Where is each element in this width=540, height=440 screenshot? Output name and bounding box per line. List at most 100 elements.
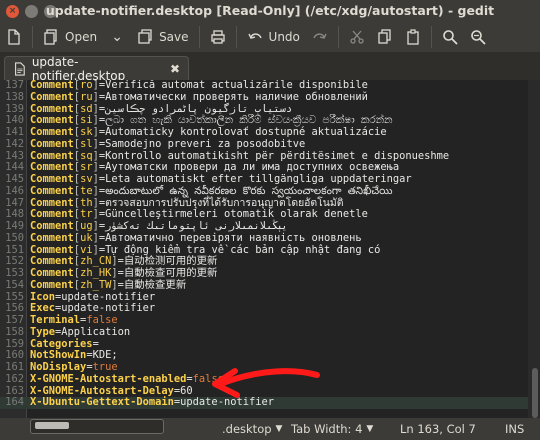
line-value: يېڭىلانمىلارنى ئاپتوماتىك تەكشۈر: [105, 220, 288, 232]
line-number: 146: [5, 184, 24, 197]
line-value: Аутоматски провери да ли има доступних о…: [105, 161, 400, 174]
locale-code: zh_TW: [80, 278, 112, 291]
window-title: update-notifier.desktop [Read-Only] (/et…: [45, 3, 495, 18]
line-value: 60: [180, 384, 193, 397]
copy-icon: [378, 29, 391, 44]
line-key: Comment: [30, 243, 74, 256]
line-key: NoDisplay: [30, 361, 87, 373]
save-button[interactable]: Save: [131, 24, 194, 50]
cut-button[interactable]: [343, 24, 371, 50]
line-number: 149: [5, 220, 24, 232]
new-button[interactable]: [0, 24, 28, 50]
locale-code: zh_CN: [80, 255, 112, 268]
open-button[interactable]: Open: [37, 24, 103, 50]
locale-code: sq: [80, 149, 93, 162]
locale-code: zh_HK: [80, 267, 112, 279]
line-value: Application: [61, 325, 131, 338]
paste-icon: [407, 29, 419, 45]
line-key: Comment: [30, 126, 74, 138]
line-key: Comment: [30, 80, 74, 91]
line-value: Güncelleştirmeleri otomatik olarak denet…: [105, 208, 368, 221]
open-recent-dropdown[interactable]: ⌄: [103, 24, 131, 50]
scrollbar-thumb[interactable]: [532, 368, 538, 418]
chevron-down-icon: ▼: [275, 424, 283, 434]
line-value: KDE;: [92, 349, 118, 362]
status-bar: .desktop ▼ Tab Width: 4 ▼ Ln 163, Col 7 …: [0, 418, 540, 440]
locale-code: th: [80, 196, 93, 209]
open-icon: [44, 29, 57, 45]
close-tab-icon[interactable]: ✖: [170, 62, 180, 76]
undo-icon: [247, 33, 262, 39]
paste-button[interactable]: [399, 24, 427, 50]
red-annotation-arrow: [212, 368, 320, 398]
line-value: 自动检测可用的更新: [123, 255, 218, 268]
line-number: 158: [5, 325, 24, 338]
line-number: 154: [5, 278, 24, 291]
search-icon: [443, 30, 458, 45]
line-key: Icon: [30, 290, 56, 303]
locale-code: tr: [80, 208, 93, 221]
line-number: 138: [5, 90, 24, 103]
line-number: 157: [5, 314, 24, 326]
equals-sign: =: [92, 337, 99, 350]
line-key: X-GNOME-Autostart-enabled: [30, 372, 187, 385]
line-key: Comment: [30, 102, 74, 115]
insert-mode: INS: [505, 422, 524, 436]
redo-icon: [313, 33, 327, 39]
locale-code: ro: [80, 80, 93, 91]
line-key: Comment: [30, 267, 74, 279]
locale-code: te: [80, 184, 93, 197]
line-key: Comment: [30, 278, 74, 291]
vertical-scrollbar[interactable]: [528, 80, 540, 418]
line-key: Comment: [30, 255, 74, 268]
insert-mode-label: INS: [505, 422, 525, 436]
line-key: Comment: [30, 184, 74, 197]
cursor-position: Ln 163, Col 7: [400, 422, 476, 436]
language-label: .desktop: [222, 422, 272, 436]
editor-text-area[interactable]: 137 Comment[ro]=Verifică automat actualiz…: [0, 80, 540, 418]
tab-update-notifier[interactable]: update-notifier.desktop ✖: [4, 54, 189, 83]
line-value: Samodejno preveri za posodobitve: [105, 137, 306, 150]
horizontal-scrollbar-thumb[interactable]: [35, 422, 69, 429]
line-value: Verifică automat actualizările disponibi…: [105, 80, 368, 91]
save-label: Save: [159, 30, 189, 44]
line-value: Kontrollo automatikisht për përditësimet…: [105, 149, 450, 162]
chevron-down-icon: ▼: [366, 424, 374, 434]
print-button[interactable]: [204, 24, 232, 50]
document-icon: [15, 61, 25, 76]
locale-code: sl: [80, 137, 93, 150]
line-key: Comment: [30, 208, 74, 221]
line-value: Автоматически проверять наличие обновлен…: [105, 90, 368, 103]
language-selector[interactable]: .desktop ▼: [222, 422, 282, 436]
tab-strip: update-notifier.desktop ✖: [0, 52, 540, 83]
line-value: ලබා ගත හැකි යාවත්කාලීන කිරීම් ස්වයංක්‍රී…: [105, 114, 393, 127]
tab-width-label: Tab Width: 4: [291, 422, 363, 436]
save-icon: [138, 29, 152, 44]
line-number: 161: [5, 361, 24, 373]
toolbar-separator: [430, 26, 432, 48]
copy-button[interactable]: [371, 24, 399, 50]
line-key: Comment: [30, 161, 74, 174]
line-value: Tự động kiểm tra về các bản cập nhật đan…: [105, 243, 381, 256]
toolbar: Open ⌄ Save Undo: [0, 22, 540, 52]
locale-code: si: [80, 114, 93, 127]
find-button[interactable]: [436, 24, 464, 50]
line-value: false: [86, 314, 118, 326]
line-value: update-notifier: [61, 302, 156, 315]
redo-button[interactable]: [306, 24, 334, 50]
line-key: Comment: [30, 90, 74, 103]
code-lines: 137 Comment[ro]=Verifică automat actualiz…: [0, 80, 528, 409]
toolbar-separator: [337, 26, 339, 48]
horizontal-scrollbar[interactable]: [30, 419, 164, 434]
undo-button[interactable]: Undo: [241, 24, 306, 50]
find-replace-button[interactable]: [464, 24, 492, 50]
tab-label: update-notifier.desktop: [31, 54, 126, 83]
line-key: X-Ubuntu-Gettext-Domain: [30, 396, 174, 409]
cursor-position-label: Ln 163, Col 7: [400, 422, 476, 436]
line-key: Comment: [30, 114, 74, 127]
open-label: Open: [65, 30, 98, 44]
tab-width-selector[interactable]: Tab Width: 4 ▼: [291, 422, 373, 436]
line-key: Comment: [30, 149, 74, 162]
locale-code: ru: [80, 90, 93, 103]
line-number: 150: [5, 231, 24, 244]
